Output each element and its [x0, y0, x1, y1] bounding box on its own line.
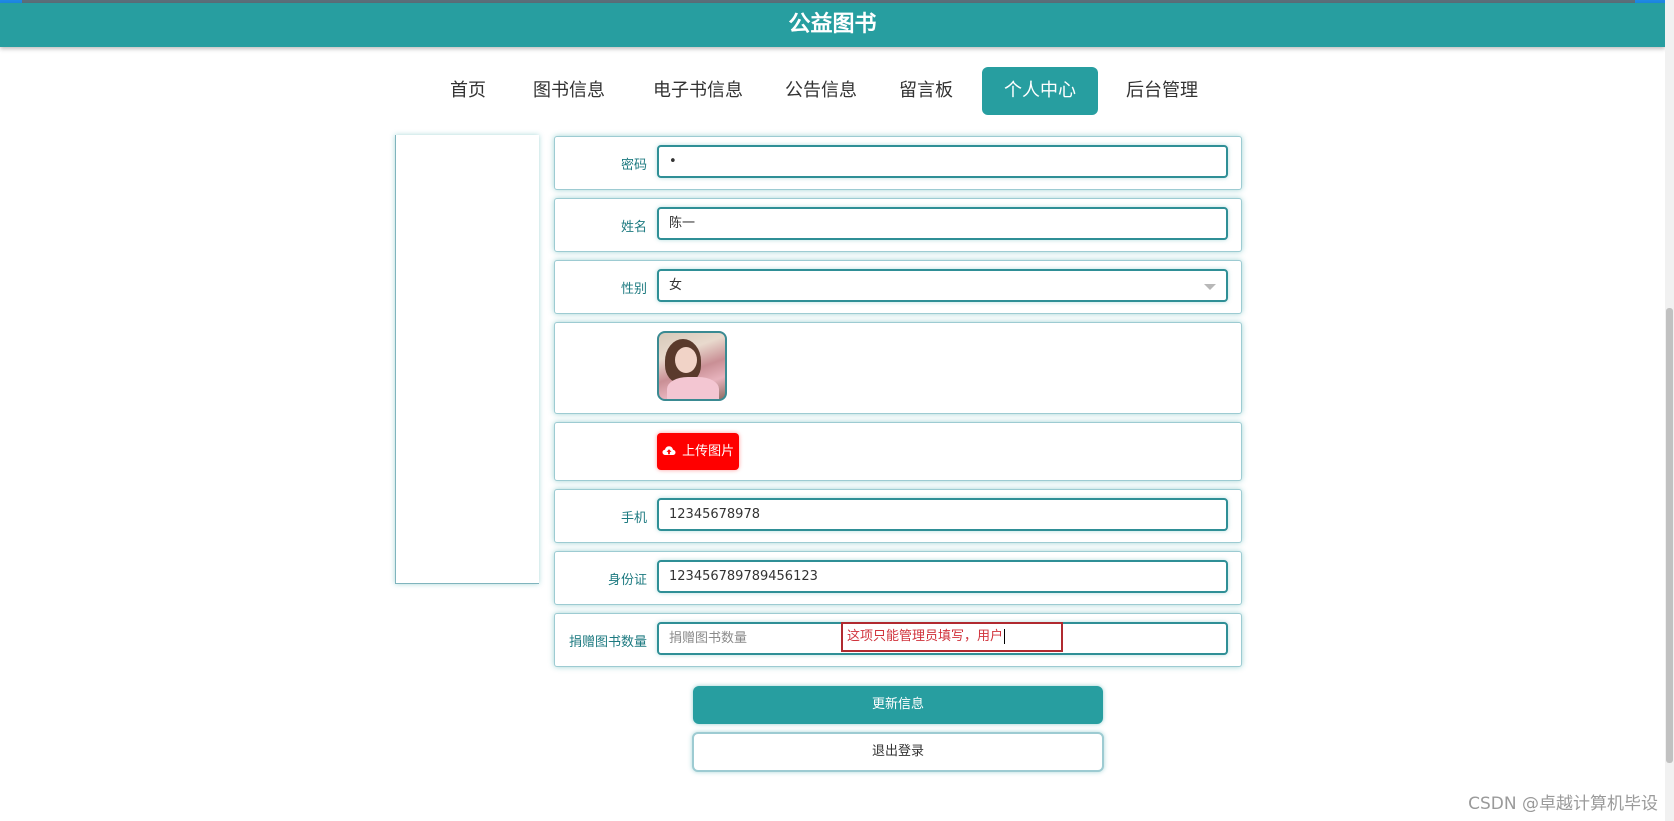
gender-select[interactable]: 女 [657, 269, 1228, 302]
password-row: 密码 • [554, 136, 1242, 190]
password-label: 密码 [620, 158, 647, 173]
nav-item-notices[interactable]: 公告信息 [778, 67, 864, 115]
name-row: 姓名 陈一 [554, 198, 1242, 252]
admin-only-tooltip-text: 这项只能管理员填写，用户 [847, 629, 1004, 644]
password-input[interactable]: • [657, 145, 1228, 178]
site-title: 公益图书 [788, 12, 877, 37]
avatar-row [554, 322, 1242, 414]
id-card-input[interactable]: 123456789789456123 [657, 560, 1228, 593]
chevron-down-icon [1204, 284, 1216, 290]
upload-image-button[interactable]: 上传图片 [657, 433, 739, 470]
upload-row: 上传图片 [554, 422, 1242, 481]
text-cursor [1004, 629, 1006, 644]
phone-row: 手机 12345678978 [554, 489, 1242, 543]
gender-selected-value: 女 [669, 278, 683, 293]
name-input[interactable]: 陈一 [657, 207, 1228, 240]
admin-only-tooltip: 这项只能管理员填写，用户 [841, 622, 1063, 652]
gender-row: 性别 女 [554, 260, 1242, 314]
side-panel [395, 135, 539, 584]
name-label: 姓名 [620, 220, 647, 235]
nav-item-ebooks[interactable]: 电子书信息 [645, 67, 751, 115]
phone-label: 手机 [620, 511, 647, 526]
scrollbar-thumb[interactable] [1666, 308, 1673, 763]
phone-input[interactable]: 12345678978 [657, 498, 1228, 531]
update-info-button[interactable]: 更新信息 [693, 686, 1103, 724]
page-scrollbar[interactable] [1665, 0, 1674, 821]
gender-label: 性别 [620, 282, 647, 297]
id-card-label: 身份证 [607, 573, 647, 588]
avatar [657, 331, 727, 401]
site-header: 公益图书 [0, 3, 1665, 47]
nav-item-admin[interactable]: 后台管理 [1118, 67, 1206, 115]
nav-item-home[interactable]: 首页 [436, 67, 500, 115]
watermark: CSDN @卓越计算机毕设 [1468, 794, 1658, 814]
cloud-upload-icon [662, 445, 676, 455]
main-nav: 首页 图书信息 电子书信息 公告信息 留言板 个人中心 后台管理 [0, 67, 1665, 117]
id-card-row: 身份证 123456789789456123 [554, 551, 1242, 605]
nav-item-messages[interactable]: 留言板 [890, 67, 962, 115]
logout-button[interactable]: 退出登录 [692, 732, 1104, 772]
upload-image-label: 上传图片 [682, 444, 735, 459]
donation-count-label: 捐赠图书数量 [568, 635, 647, 650]
nav-item-books[interactable]: 图书信息 [521, 67, 617, 115]
nav-item-personal-center[interactable]: 个人中心 [982, 67, 1098, 115]
